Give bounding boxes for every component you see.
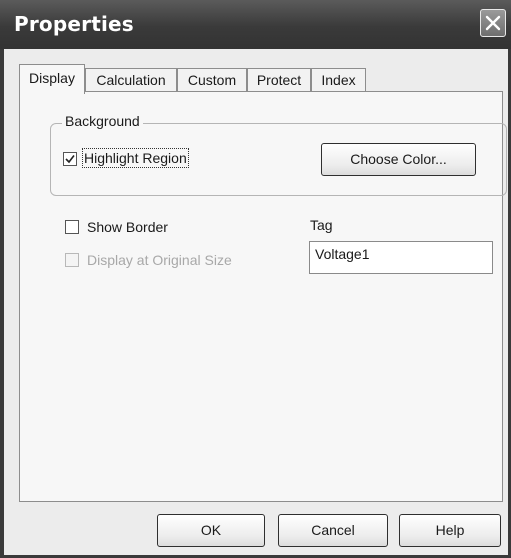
close-button[interactable] — [480, 9, 506, 37]
choose-color-button[interactable]: Choose Color... — [321, 143, 476, 176]
checkmark-icon — [65, 155, 75, 164]
highlight-region-checkbox[interactable] — [63, 152, 77, 166]
cancel-button[interactable]: Cancel — [278, 514, 388, 547]
tab-calculation[interactable]: Calculation — [85, 68, 177, 92]
show-border-checkbox[interactable] — [65, 220, 79, 234]
properties-dialog: Properties Display Calculation Custom Pr… — [0, 0, 511, 558]
display-tab-panel: Background Highlight Region Choose Color… — [19, 91, 507, 502]
tab-display[interactable]: Display — [19, 64, 85, 94]
display-original-size-label: Display at Original Size — [87, 252, 232, 268]
window-title: Properties — [14, 12, 134, 36]
tab-protect[interactable]: Protect — [247, 68, 311, 92]
show-border-label[interactable]: Show Border — [87, 218, 168, 236]
ok-button[interactable]: OK — [157, 514, 265, 547]
highlight-region-label[interactable]: Highlight Region — [82, 148, 189, 168]
background-group: Background Highlight Region Choose Color… — [50, 113, 507, 196]
title-bar[interactable]: Properties — [0, 0, 511, 49]
tag-input[interactable]: Voltage1 — [309, 241, 493, 274]
tag-label: Tag — [310, 217, 333, 233]
close-icon — [485, 15, 501, 31]
tab-index[interactable]: Index — [311, 68, 366, 92]
display-original-size-checkbox — [65, 253, 79, 267]
tab-custom[interactable]: Custom — [177, 68, 247, 92]
background-group-label: Background — [62, 113, 143, 129]
help-button[interactable]: Help — [399, 514, 501, 547]
